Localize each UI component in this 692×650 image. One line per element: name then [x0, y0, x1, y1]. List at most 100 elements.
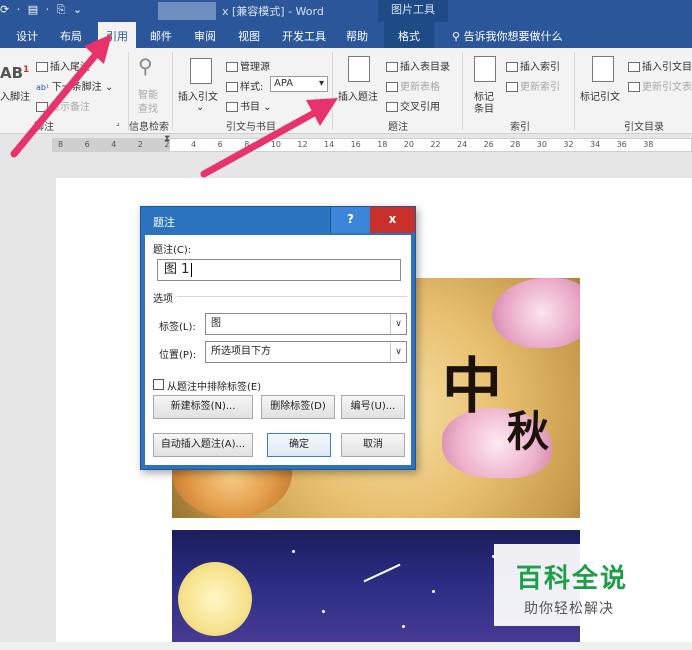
bibliography-button[interactable]: 书目 ⌄	[226, 98, 272, 113]
mark-citation-icon[interactable]	[592, 56, 614, 82]
tab-format[interactable]: 格式	[384, 22, 434, 48]
tab-developer[interactable]: 开发工具	[282, 28, 326, 44]
watermark: 百科全说 助你轻松解决	[494, 544, 644, 626]
star	[432, 590, 435, 593]
autocaption-button[interactable]: 自动插入题注(A)...	[153, 433, 253, 457]
label-select[interactable]: 图 ∨	[205, 313, 407, 335]
lightbulb-search-icon: ⚲	[452, 30, 464, 43]
update-table-icon	[386, 82, 398, 92]
insert-index-button[interactable]: 插入索引	[506, 58, 560, 73]
ruler-tick-label: 10	[270, 140, 281, 149]
style-icon	[226, 82, 238, 92]
update-index-button[interactable]: 更新索引	[506, 78, 560, 93]
star	[292, 550, 295, 553]
help-button[interactable]: ?	[330, 207, 370, 233]
options-label: 选项	[153, 294, 173, 305]
group-label-index: 索引	[510, 122, 530, 133]
insert-caption-icon[interactable]	[348, 56, 370, 82]
ruler-tick-label: 6	[84, 140, 90, 149]
close-button[interactable]: x	[370, 207, 415, 233]
style-label: 样式:	[226, 78, 263, 93]
show-notes-button[interactable]: 显示备注	[36, 98, 90, 113]
ruler-tick-label: 20	[403, 140, 414, 149]
options-divider	[177, 296, 407, 297]
new-label-button[interactable]: 新建标签(N)...	[153, 395, 253, 419]
picture-tools-context-label: 图片工具	[378, 0, 448, 22]
exclude-label-checkbox[interactable]	[153, 379, 164, 390]
insert-citation-dropdown-icon[interactable]: ⌄	[196, 102, 204, 113]
indent-marker-icon[interactable]: ⧗	[164, 134, 170, 144]
insert-citation-button[interactable]: 插入引文	[178, 88, 218, 103]
update-toa-icon	[628, 82, 640, 92]
tab-mailings[interactable]: 邮件	[150, 28, 172, 44]
mark-citation-button[interactable]: 标记引文	[580, 88, 620, 103]
insert-toa-button[interactable]: 插入引文目	[628, 58, 692, 73]
ruler-tick-label: 14	[324, 140, 335, 149]
insert-citation-icon[interactable]	[190, 58, 212, 84]
footnotes-dialog-launcher[interactable]: ⌟	[116, 118, 120, 127]
insert-footnote-icon[interactable]: AB1	[0, 64, 29, 82]
document-title: x [兼容模式] - Word	[222, 5, 324, 18]
tab-references[interactable]: 引用	[98, 22, 136, 48]
insert-table-of-figures-button[interactable]: 插入表目录	[386, 58, 450, 73]
update-toa-button[interactable]: 更新引文表	[628, 78, 692, 93]
calligraphy-zhong: 中	[442, 352, 502, 422]
tab-view[interactable]: 视图	[238, 28, 260, 44]
update-index-icon	[506, 82, 518, 92]
chevron-down-icon: ∨	[390, 342, 406, 362]
cross-reference-button[interactable]: 交叉引用	[386, 98, 440, 113]
ruler-tick-label: 8	[244, 140, 250, 149]
ribbon-tabs: 设计 布局 引用 邮件 审阅 视图 开发工具 帮助 格式 ⚲ 告诉我你想要做什么	[0, 22, 692, 48]
position-select[interactable]: 所选项目下方 ∨	[205, 341, 407, 363]
mark-entry-icon[interactable]	[474, 56, 496, 82]
chevron-down-icon: ∨	[390, 314, 406, 334]
tab-design[interactable]: 设计	[16, 28, 38, 44]
manage-sources-button[interactable]: 管理源	[226, 58, 270, 73]
update-table-button[interactable]: 更新表格	[386, 78, 440, 93]
ruler-tick-label: 34	[590, 140, 601, 149]
star	[402, 625, 405, 628]
insert-footnote-button[interactable]: 入脚注	[0, 88, 30, 103]
smart-lookup-icon[interactable]: ⚲	[138, 54, 153, 78]
star	[322, 610, 325, 613]
chevron-down-icon: ▾	[318, 78, 324, 89]
bibliography-icon	[226, 102, 238, 112]
numbering-button[interactable]: 编号(U)...	[341, 395, 405, 419]
dialog-body: 题注(C): 图 1 选项 标签(L): 图 ∨ 位置(P): 所选项目下方 ∨ 从…	[145, 235, 411, 465]
ruler-tick-label: 26	[483, 140, 494, 149]
ruler-tick-label: 22	[430, 140, 441, 149]
caption-text-field[interactable]: 图 1	[157, 259, 401, 281]
group-label-footnotes: 脚注	[34, 122, 54, 133]
insert-index-icon	[506, 62, 518, 72]
ok-button[interactable]: 确定	[267, 433, 331, 457]
mark-entry-label-2[interactable]: 条目	[474, 100, 494, 115]
smart-lookup-label-1[interactable]: 智能	[138, 86, 158, 101]
cancel-button[interactable]: 取消	[341, 433, 405, 457]
tab-review[interactable]: 审阅	[194, 28, 216, 44]
document-name-redacted	[158, 2, 216, 20]
tab-layout[interactable]: 布局	[60, 28, 82, 44]
delete-label-button[interactable]: 删除标签(D)	[261, 395, 335, 419]
tell-me-box[interactable]: ⚲ 告诉我你想要做什么	[452, 28, 563, 44]
manage-sources-icon	[226, 62, 238, 72]
next-footnote-button[interactable]: ab¹ 下一条脚注 ⌄	[36, 78, 113, 93]
ruler-tick-label: 12	[297, 140, 308, 149]
quick-access-toolbar[interactable]: ⟳ · ▤ · ⎘ ⌄	[0, 3, 84, 17]
group-label-toa: 引文目录	[624, 122, 664, 133]
horizontal-ruler[interactable]: 8 6 4 2 2 4 6 8 10 12 14 16 18 20 22 24 26 28 30 32 34 36 38 ⧗	[52, 134, 692, 156]
tab-help[interactable]: 帮助	[346, 28, 368, 44]
status-bar	[0, 642, 692, 650]
smart-lookup-label-2[interactable]: 查找	[138, 100, 158, 115]
ruler-tick-label: 6	[217, 140, 223, 149]
dialog-title: 题注	[153, 216, 175, 229]
insert-endnote-button[interactable]: 插入尾注	[36, 58, 90, 73]
watermark-title: 百科全说	[516, 564, 629, 594]
ruler-tick-label: 16	[350, 140, 361, 149]
ruler-tick-label: 32	[563, 140, 574, 149]
lotus-flower-top	[492, 278, 580, 348]
watermark-subtitle: 助你轻松解决	[524, 601, 614, 617]
insert-caption-button[interactable]: 插入题注	[338, 88, 378, 103]
exclude-label-text[interactable]: 从题注中排除标签(E)	[167, 378, 261, 393]
ruler-tick-label: 36	[616, 140, 627, 149]
citation-style-select[interactable]: APA ▾	[270, 76, 328, 92]
